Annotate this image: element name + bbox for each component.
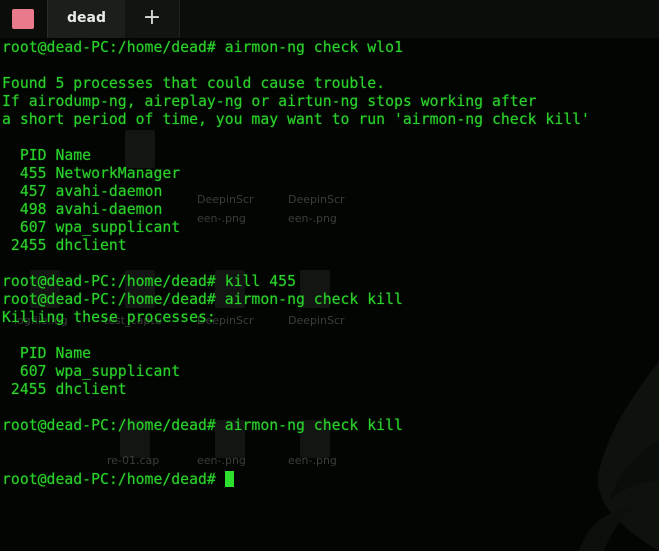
- terminal-line: 2455 dhclient: [2, 237, 127, 254]
- terminal-line: root@dead-PC:/home/dead# airmon-ng check…: [2, 39, 403, 56]
- terminal-line: If airodump-ng, aireplay-ng or airtun-ng…: [2, 93, 537, 110]
- terminal-prompt-line[interactable]: root@dead-PC:/home/dead#: [2, 471, 659, 489]
- terminal-line: 2455 dhclient: [2, 381, 127, 398]
- terminal-line: 498 avahi-daemon: [2, 201, 163, 218]
- plus-icon: +: [142, 5, 162, 30]
- terminal-line: root@dead-PC:/home/dead# airmon-ng check…: [2, 417, 403, 434]
- terminal-line: 457 avahi-daemon: [2, 183, 163, 200]
- window-close-icon[interactable]: [12, 9, 34, 29]
- terminal-line: root@dead-PC:/home/dead# airmon-ng check…: [2, 291, 403, 308]
- terminal-line: a short period of time, you may want to …: [2, 111, 590, 128]
- terminal-line: 455 NetworkManager: [2, 165, 181, 182]
- tab-dead[interactable]: dead: [47, 0, 126, 38]
- terminal-output[interactable]: root@dead-PC:/home/dead# airmon-ng check…: [2, 39, 659, 551]
- tab-bar: dead +: [0, 0, 659, 38]
- new-tab-button[interactable]: +: [125, 0, 180, 38]
- terminal-line: Found 5 processes that could cause troub…: [2, 75, 386, 92]
- text-cursor: [224, 471, 234, 487]
- terminal-line: Killing these processes:: [2, 309, 216, 326]
- terminal-line: PID Name: [2, 147, 92, 164]
- terminal-line: PID Name: [2, 345, 92, 362]
- tab-label: dead: [67, 10, 106, 26]
- terminal-prompt: root@dead-PC:/home/dead#: [2, 471, 216, 488]
- terminal-line: root@dead-PC:/home/dead# kill 455: [2, 273, 296, 290]
- terminal-line: 607 wpa_supplicant: [2, 363, 181, 380]
- terminal-line: 607 wpa_supplicant: [2, 219, 181, 236]
